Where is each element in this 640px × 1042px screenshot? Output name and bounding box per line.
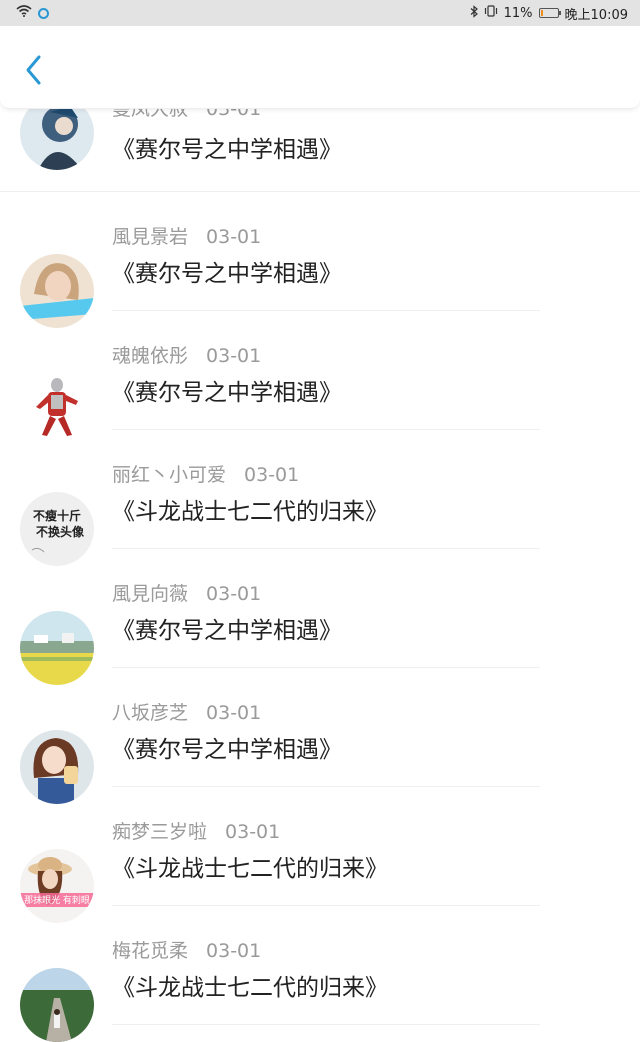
- item-date: 03-01: [206, 702, 262, 724]
- notification-icon: [38, 7, 49, 19]
- list-item[interactable]: 風見向薇 03-01 《赛尔号之中学相遇》: [0, 549, 640, 685]
- vibrate-icon: [484, 5, 498, 21]
- list-item[interactable]: 八坂彦芝 03-01 《赛尔号之中学相遇》: [0, 668, 640, 804]
- item-date: 03-01: [206, 345, 262, 367]
- item-meta: 風見景岩 03-01: [112, 222, 261, 249]
- battery-percent: 11%: [503, 5, 533, 21]
- battery-icon: [538, 8, 561, 18]
- list-item[interactable]: 魂魄依彤 03-01 《赛尔号之中学相遇》: [0, 311, 640, 447]
- story-title: 《赛尔号之中学相遇》: [112, 137, 342, 163]
- user-name: 丽红丶小可爱: [112, 464, 227, 486]
- item-date: 03-01: [206, 940, 262, 962]
- svg-text:那抹眼光 有刺眼: 那抹眼光 有刺眼: [24, 894, 90, 906]
- user-name: 風見景岩: [112, 226, 189, 248]
- bluetooth-icon: [470, 4, 478, 22]
- status-left: [16, 5, 49, 21]
- divider: [112, 1024, 540, 1025]
- user-name: 魂魄依彤: [112, 345, 189, 367]
- item-date: 03-01: [244, 464, 300, 486]
- status-bar: 11% 晚上10:09: [0, 0, 640, 26]
- chevron-left-icon: [24, 54, 42, 90]
- story-title: 《赛尔号之中学相遇》: [112, 261, 342, 287]
- svg-text:不瘦十斤: 不瘦十斤: [33, 508, 81, 523]
- item-meta: 風見向薇 03-01: [112, 579, 261, 606]
- user-name: 痴梦三岁啦: [112, 821, 208, 843]
- list-item[interactable]: 那抹眼光 有刺眼 痴梦三岁啦 03-01 《斗龙战士七二代的归来》: [0, 787, 640, 923]
- user-name: 梅花觅柔: [112, 940, 189, 962]
- story-title: 《赛尔号之中学相遇》: [112, 618, 342, 644]
- list-item[interactable]: 梅花觅柔 03-01 《斗龙战士七二代的归来》: [0, 906, 640, 1042]
- item-meta: 八坂彦芝 03-01: [112, 698, 261, 725]
- header: [0, 26, 640, 109]
- story-title: 《赛尔号之中学相遇》: [112, 380, 342, 406]
- wifi-icon: [16, 5, 32, 21]
- user-name: 風見向薇: [112, 583, 189, 605]
- back-button[interactable]: [18, 54, 48, 90]
- clock: 晚上10:09: [564, 7, 628, 23]
- user-name: 八坂彦芝: [112, 702, 189, 724]
- list-item[interactable]: 風見景岩 03-01 《赛尔号之中学相遇》: [0, 192, 640, 328]
- svg-text:不换头像: 不换头像: [36, 524, 85, 539]
- item-date: 03-01: [206, 226, 262, 248]
- item-meta: 梅花觅柔 03-01: [112, 936, 261, 963]
- item-meta: 魂魄依彤 03-01: [112, 341, 261, 368]
- status-right: 11% 晚上10:09: [470, 4, 628, 23]
- story-title: 《斗龙战士七二代的归来》: [112, 856, 388, 882]
- list-item[interactable]: 不瘦十斤 不换头像 丽红丶小可爱 03-01 《斗龙战士七二代的归来》: [0, 430, 640, 566]
- story-title: 《斗龙战士七二代的归来》: [112, 975, 388, 1001]
- battery-fill: [540, 10, 543, 16]
- message-list: 曼凤大叔 03-01 《赛尔号之中学相遇》 風見景岩 03-01 《赛尔号之中学相遇》 …: [0, 0, 640, 1042]
- item-meta: 痴梦三岁啦 03-01: [112, 817, 280, 844]
- item-date: 03-01: [225, 821, 281, 843]
- item-date: 03-01: [206, 583, 262, 605]
- item-meta: 丽红丶小可爱 03-01: [112, 460, 299, 487]
- story-title: 《赛尔号之中学相遇》: [112, 737, 342, 763]
- avatar[interactable]: [20, 968, 94, 1042]
- story-title: 《斗龙战士七二代的归来》: [112, 499, 388, 525]
